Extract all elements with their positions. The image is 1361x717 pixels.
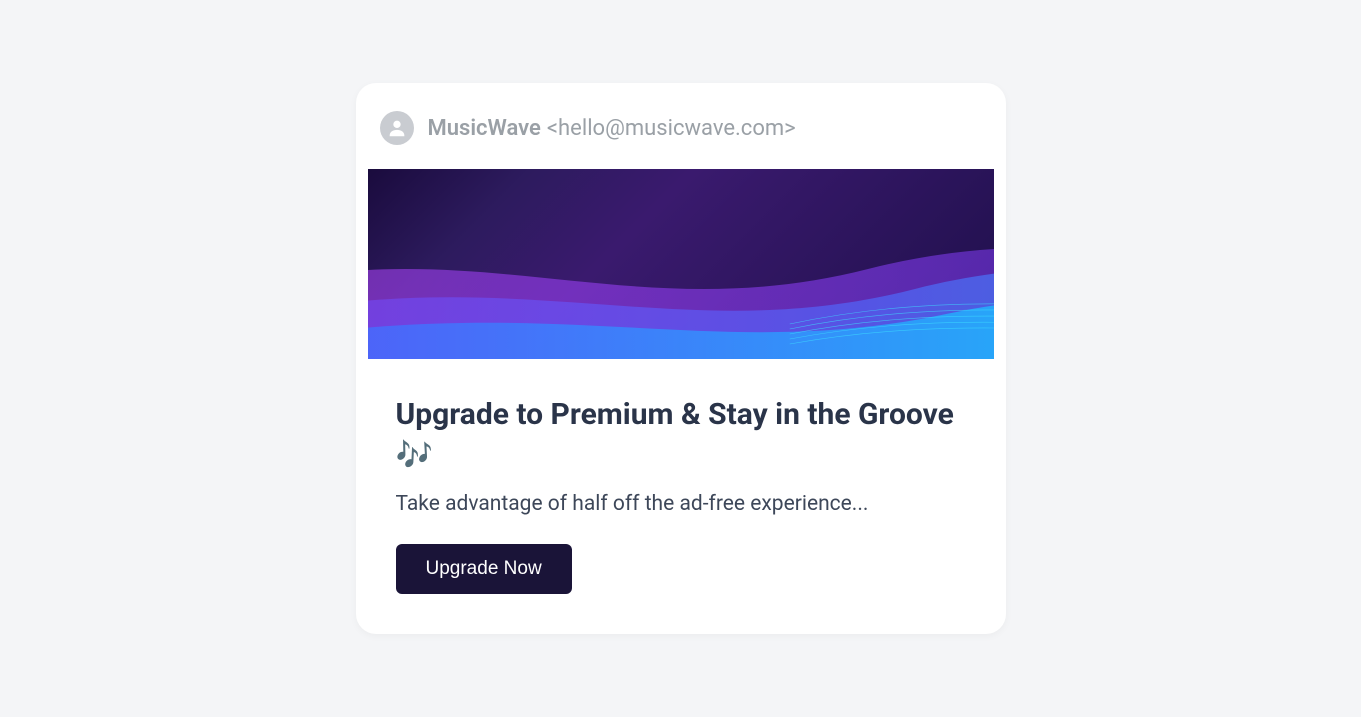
email-body: Take advantage of half off the ad-free e… (396, 492, 966, 516)
wave-graphic (368, 169, 994, 359)
email-card: MusicWave <hello@musicwave.com> (356, 83, 1006, 634)
sender-email: <hello@musicwave.com> (547, 116, 796, 141)
upgrade-button[interactable]: Upgrade Now (396, 544, 572, 594)
avatar (380, 111, 414, 145)
sender-line: MusicWave <hello@musicwave.com> (428, 116, 796, 141)
email-title: Upgrade to Premium & Stay in the Groove … (396, 395, 966, 476)
sender-name: MusicWave (428, 116, 541, 141)
person-icon (386, 117, 408, 139)
hero-image (368, 169, 994, 359)
email-content: Upgrade to Premium & Stay in the Groove … (356, 359, 1006, 634)
email-header: MusicWave <hello@musicwave.com> (356, 83, 1006, 169)
